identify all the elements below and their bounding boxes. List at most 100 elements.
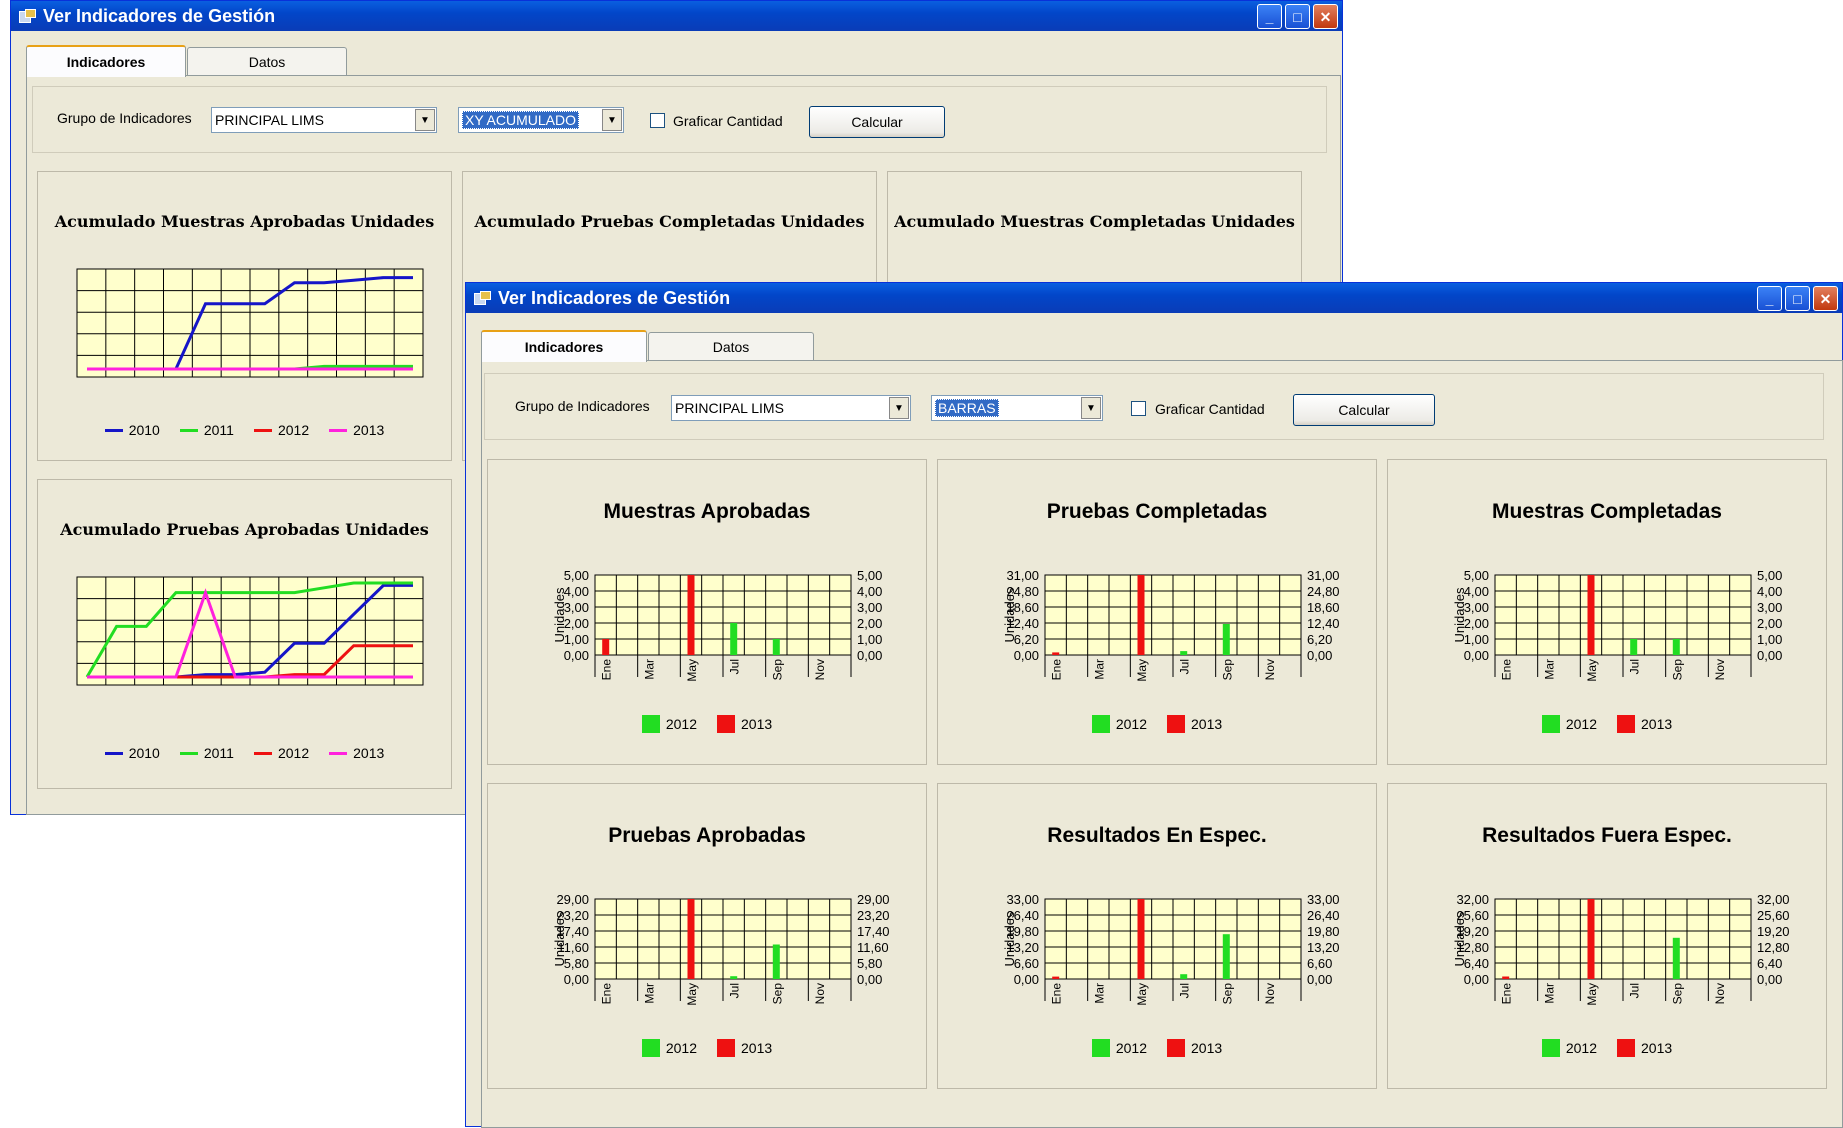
- back-type-combo[interactable]: XY ACUMULADO ▼: [458, 107, 624, 133]
- y-tick-label: 6,60: [1307, 956, 1332, 971]
- close-icon[interactable]: ✕: [1313, 4, 1338, 29]
- x-tick-label: Ene: [1050, 983, 1064, 1005]
- front-calcular-label: Calcular: [1338, 402, 1390, 418]
- back-calcular-button[interactable]: Calcular: [809, 106, 945, 138]
- legend-swatch: [179, 751, 198, 755]
- y-axis-label: Unidades: [552, 587, 567, 642]
- y-tick-label: 4,00: [1464, 584, 1489, 599]
- legend-label: 2013: [1641, 1040, 1673, 1056]
- front-window-titlebar[interactable]: Ver Indicadores de Gestión _ □ ✕: [466, 283, 1842, 313]
- legend-swatch: [1617, 1039, 1635, 1057]
- front-type-combo[interactable]: BARRAS ▼: [931, 395, 1103, 421]
- x-tick-label: Ene: [1500, 659, 1514, 681]
- x-tick-label: Mar: [1092, 983, 1106, 1004]
- bar-2013-May: [1587, 575, 1595, 655]
- legend-label: 2012: [1565, 716, 1597, 732]
- front-graficar-checkbox[interactable]: [1131, 401, 1146, 416]
- y-tick-label: 6,20: [1014, 632, 1039, 647]
- maximize-icon[interactable]: □: [1785, 286, 1810, 311]
- app-icon: [19, 9, 36, 23]
- legend-2013: 2013: [717, 715, 772, 733]
- legend-swatch: [641, 715, 660, 733]
- bar-panel-4: Pruebas Aprobadas 29,00 29,00 23,20 23,20 17,…: [487, 783, 927, 1089]
- maximize-icon[interactable]: □: [1285, 4, 1310, 29]
- legend-swatch: [641, 1039, 660, 1057]
- bar-2012-Jul: [1180, 651, 1188, 655]
- legend-swatch: [104, 428, 123, 432]
- x-tick-label: Nov: [1713, 983, 1727, 1004]
- y-tick-label: 1,00: [1757, 632, 1782, 647]
- bar-legend: 2012 2013: [1388, 1039, 1826, 1057]
- y-tick-label: 4,00: [1757, 584, 1782, 599]
- y-tick-label: 5,00: [857, 568, 882, 583]
- back-window-title: Ver Indicadores de Gestión: [43, 5, 276, 26]
- legend-2012: 2012: [253, 422, 310, 438]
- bar-chart-title: Pruebas Aprobadas: [608, 824, 806, 847]
- y-tick-label: 24,80: [1307, 584, 1340, 599]
- y-tick-label: 32,00: [1757, 892, 1790, 907]
- y-tick-label: 33,00: [1307, 892, 1340, 907]
- back-group-combo[interactable]: PRINCIPAL LIMS ▼: [211, 107, 437, 133]
- y-tick-label: 2,00: [857, 616, 882, 631]
- minimize-icon[interactable]: _: [1757, 286, 1782, 311]
- y-tick-label: 1,00: [564, 632, 589, 647]
- chevron-down-icon[interactable]: ▼: [1081, 397, 1101, 419]
- x-tick-label: May: [1585, 983, 1599, 1006]
- bar-legend: 2012 2013: [938, 1039, 1376, 1057]
- y-tick-label: 0,00: [1014, 972, 1039, 987]
- back-tab-indicadores[interactable]: Indicadores: [26, 45, 186, 77]
- front-tab-indicadores[interactable]: Indicadores: [481, 330, 647, 362]
- y-tick-label: 0,00: [1464, 648, 1489, 663]
- legend-label: 2012: [277, 745, 310, 761]
- legend-label: 2011: [203, 422, 234, 438]
- y-tick-label: 32,00: [1456, 892, 1489, 907]
- legend-2013: 2013: [1617, 1039, 1672, 1057]
- legend-swatch: [1541, 1039, 1560, 1057]
- y-tick-label: 5,00: [1757, 568, 1782, 583]
- front-window: Ver Indicadores de Gestión _ □ ✕ Indicad…: [465, 282, 1843, 1128]
- x-tick-label: May: [685, 659, 699, 682]
- y-tick-label: 11,60: [857, 940, 889, 955]
- legend-label: 2013: [741, 716, 773, 732]
- back-window-titlebar[interactable]: Ver Indicadores de Gestión _ □ ✕: [11, 1, 1342, 31]
- back-panel-2-title: Acumulado Pruebas Completadas Unidades: [474, 212, 865, 231]
- back-panel-3-title: Acumulado Muestras Completadas Unidades: [894, 212, 1295, 231]
- legend-swatch: [1617, 715, 1635, 733]
- y-tick-label: 5,80: [564, 956, 589, 971]
- y-tick-label: 25,60: [1757, 908, 1790, 923]
- front-group-combo[interactable]: PRINCIPAL LIMS ▼: [671, 395, 911, 421]
- legend-2012: 2012: [1541, 1039, 1597, 1057]
- bar-legend: 2012 2013: [488, 715, 926, 733]
- back-type-value: XY ACUMULADO: [462, 111, 579, 129]
- close-icon[interactable]: ✕: [1813, 286, 1838, 311]
- legend-2012: 2012: [641, 715, 697, 733]
- x-tick-label: Nov: [1263, 659, 1277, 680]
- chevron-down-icon[interactable]: ▼: [889, 397, 909, 419]
- minimize-icon[interactable]: _: [1257, 4, 1282, 29]
- legend-label: 2010: [128, 422, 160, 438]
- legend-label: 2012: [277, 422, 310, 438]
- x-tick-label: Ene: [1050, 659, 1064, 681]
- legend-2013: 2013: [1617, 715, 1672, 733]
- y-tick-label: 19,80: [1307, 924, 1340, 939]
- y-tick-label: 2,00: [1757, 616, 1782, 631]
- y-tick-label: 12,40: [1307, 616, 1340, 631]
- legend-2012: 2012: [1091, 1039, 1147, 1057]
- front-calcular-button[interactable]: Calcular: [1293, 394, 1435, 426]
- chevron-down-icon[interactable]: ▼: [415, 109, 435, 131]
- legend-label: 2012: [665, 716, 697, 732]
- y-tick-label: 31,00: [1307, 568, 1340, 583]
- bar-chart-title: Resultados En Espec.: [1047, 824, 1267, 847]
- bar-chart-5: 33,00 33,0026,40 26,4019,80 19,8013,20 13,20…: [1002, 892, 1340, 1006]
- legend-swatch: [329, 428, 348, 432]
- y-tick-label: 33,00: [1006, 892, 1039, 907]
- back-tab-datos[interactable]: Datos: [187, 47, 347, 75]
- front-tab-datos[interactable]: Datos: [648, 332, 814, 360]
- bar-chart-title: Pruebas Completadas: [1046, 500, 1268, 523]
- back-graficar-label: Graficar Cantidad: [673, 113, 783, 129]
- chevron-down-icon[interactable]: ▼: [602, 109, 622, 131]
- x-tick-label: Sep: [1220, 983, 1234, 1005]
- back-graficar-checkbox[interactable]: [650, 113, 665, 128]
- x-tick-label: Sep: [1670, 659, 1684, 681]
- x-tick-label: Jul: [1628, 983, 1642, 998]
